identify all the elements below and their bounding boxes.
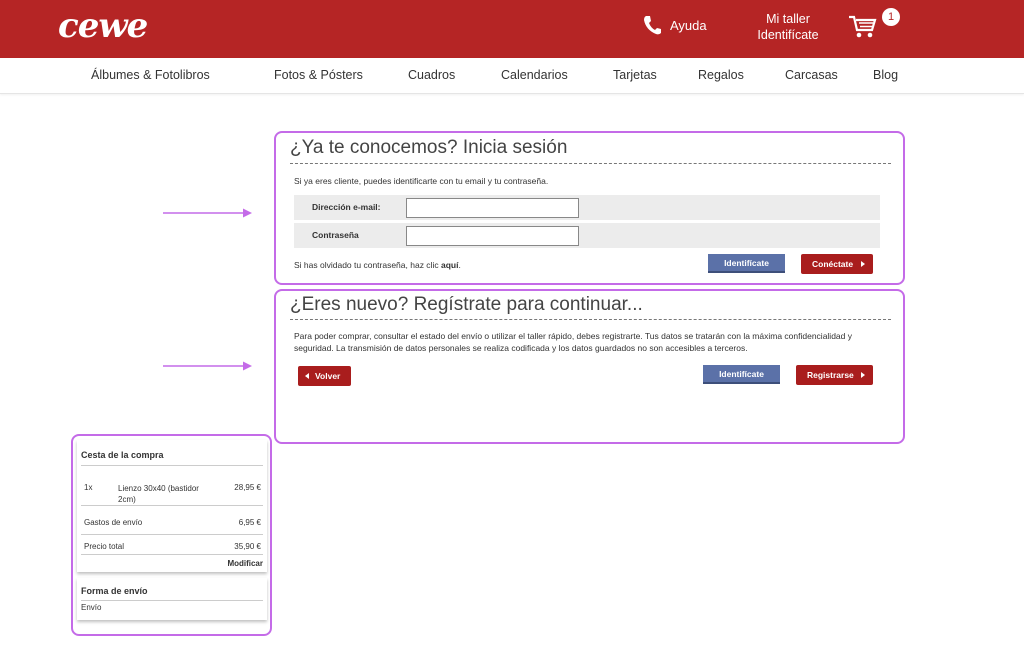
help-label: Ayuda — [670, 17, 707, 33]
password-label: Contraseña — [312, 230, 359, 240]
chevron-left-icon — [305, 373, 309, 379]
annotation-arrow-login — [163, 208, 252, 218]
nav-item-blog[interactable]: Blog — [873, 68, 898, 82]
basket-divider — [81, 534, 263, 535]
back-button[interactable]: Volver — [298, 366, 351, 386]
connect-button[interactable]: Conéctate — [801, 254, 873, 274]
item-price: 28,95 € — [234, 483, 261, 492]
cewe-logo[interactable]: cewe — [58, 6, 148, 46]
forgot-password-link[interactable]: aquí — [441, 260, 458, 270]
forgot-password-suffix: . — [458, 260, 461, 270]
shipping-cost-label: Gastos de envío — [84, 518, 143, 527]
password-row: Contraseña — [294, 223, 880, 248]
shipping-divider — [81, 600, 263, 601]
password-field[interactable] — [406, 226, 579, 246]
shipping-method-title: Forma de envío — [81, 586, 148, 596]
register-divider — [290, 319, 891, 320]
email-field[interactable] — [406, 198, 579, 218]
my-workshop-label: Mi taller — [766, 12, 810, 26]
basket-divider — [81, 554, 263, 555]
basket-box: Cesta de la compra 1x Lienzo 30x40 (bast… — [77, 440, 267, 572]
nav-item-albums[interactable]: Álbumes & Fotolibros — [91, 68, 210, 82]
shipping-method-box: Forma de envío Envío — [77, 578, 267, 620]
email-label: Dirección e-mail: — [312, 202, 381, 212]
shipping-cost-value: 6,95 € — [238, 518, 261, 527]
register-description: Para poder comprar, consultar el estado … — [294, 331, 852, 353]
item-name: Lienzo 30x40 (bastidor 2cm) — [118, 484, 199, 504]
register-button-label: Registrarse — [807, 370, 854, 380]
login-section: ¿Ya te conocemos? Inicia sesión Si ya er… — [274, 131, 905, 285]
nav-item-gifts[interactable]: Regalos — [698, 68, 744, 82]
sidebar: Cesta de la compra 1x Lienzo 30x40 (bast… — [71, 434, 272, 636]
nav-item-canvas[interactable]: Cuadros — [408, 68, 455, 82]
modify-basket-link[interactable]: Modificar — [227, 559, 263, 568]
chevron-right-icon — [861, 372, 865, 378]
forgot-password-text: Si has olvidado tu contraseña, haz clic … — [294, 260, 461, 270]
register-section: ¿Eres nuevo? Regístrate para continuar..… — [274, 289, 905, 444]
login-divider — [290, 163, 891, 164]
register-button[interactable]: Registrarse — [796, 365, 873, 385]
help-link[interactable]: Ayuda — [642, 14, 707, 36]
nav-item-cases[interactable]: Carcasas — [785, 68, 838, 82]
login-identify-button[interactable]: Identifícate — [708, 254, 785, 273]
item-quantity: 1x — [84, 483, 93, 492]
nav-item-calendars[interactable]: Calendarios — [501, 68, 568, 82]
nav-item-photos-posters[interactable]: Fotos & Pósters — [274, 68, 363, 82]
annotation-arrow-register — [163, 361, 252, 371]
basket-divider — [81, 465, 263, 466]
total-price-value: 35,90 € — [234, 542, 261, 551]
basket-title: Cesta de la compra — [81, 450, 164, 460]
email-row: Dirección e-mail: — [294, 195, 880, 220]
forgot-password-prefix: Si has olvidado tu contraseña, haz clic — [294, 260, 439, 270]
chevron-right-icon — [861, 261, 865, 267]
my-workshop-link[interactable]: Mi taller Identifícate — [752, 11, 824, 43]
phone-icon — [644, 16, 661, 35]
register-identify-button[interactable]: Identifícate — [703, 365, 780, 384]
cart-count-badge: 1 — [882, 8, 900, 26]
shipping-method-value: Envío — [81, 603, 102, 612]
login-title: ¿Ya te conocemos? Inicia sesión — [290, 137, 568, 158]
top-header: cewe Ayuda Mi taller Identifícate 1 — [0, 0, 1024, 58]
basket-divider — [81, 505, 263, 506]
total-price-label: Precio total — [84, 542, 125, 551]
nav-item-cards[interactable]: Tarjetas — [613, 68, 657, 82]
identify-label: Identifícate — [757, 28, 819, 42]
cart-icon — [849, 15, 877, 38]
main-nav: Álbumes & Fotolibros Fotos & Pósters Cua… — [0, 58, 1024, 94]
register-title: ¿Eres nuevo? Regístrate para continuar..… — [290, 294, 643, 315]
back-button-label: Volver — [315, 371, 341, 381]
login-intro: Si ya eres cliente, puedes identificarte… — [294, 176, 549, 186]
connect-button-label: Conéctate — [812, 259, 854, 269]
cart-button[interactable] — [848, 14, 878, 45]
